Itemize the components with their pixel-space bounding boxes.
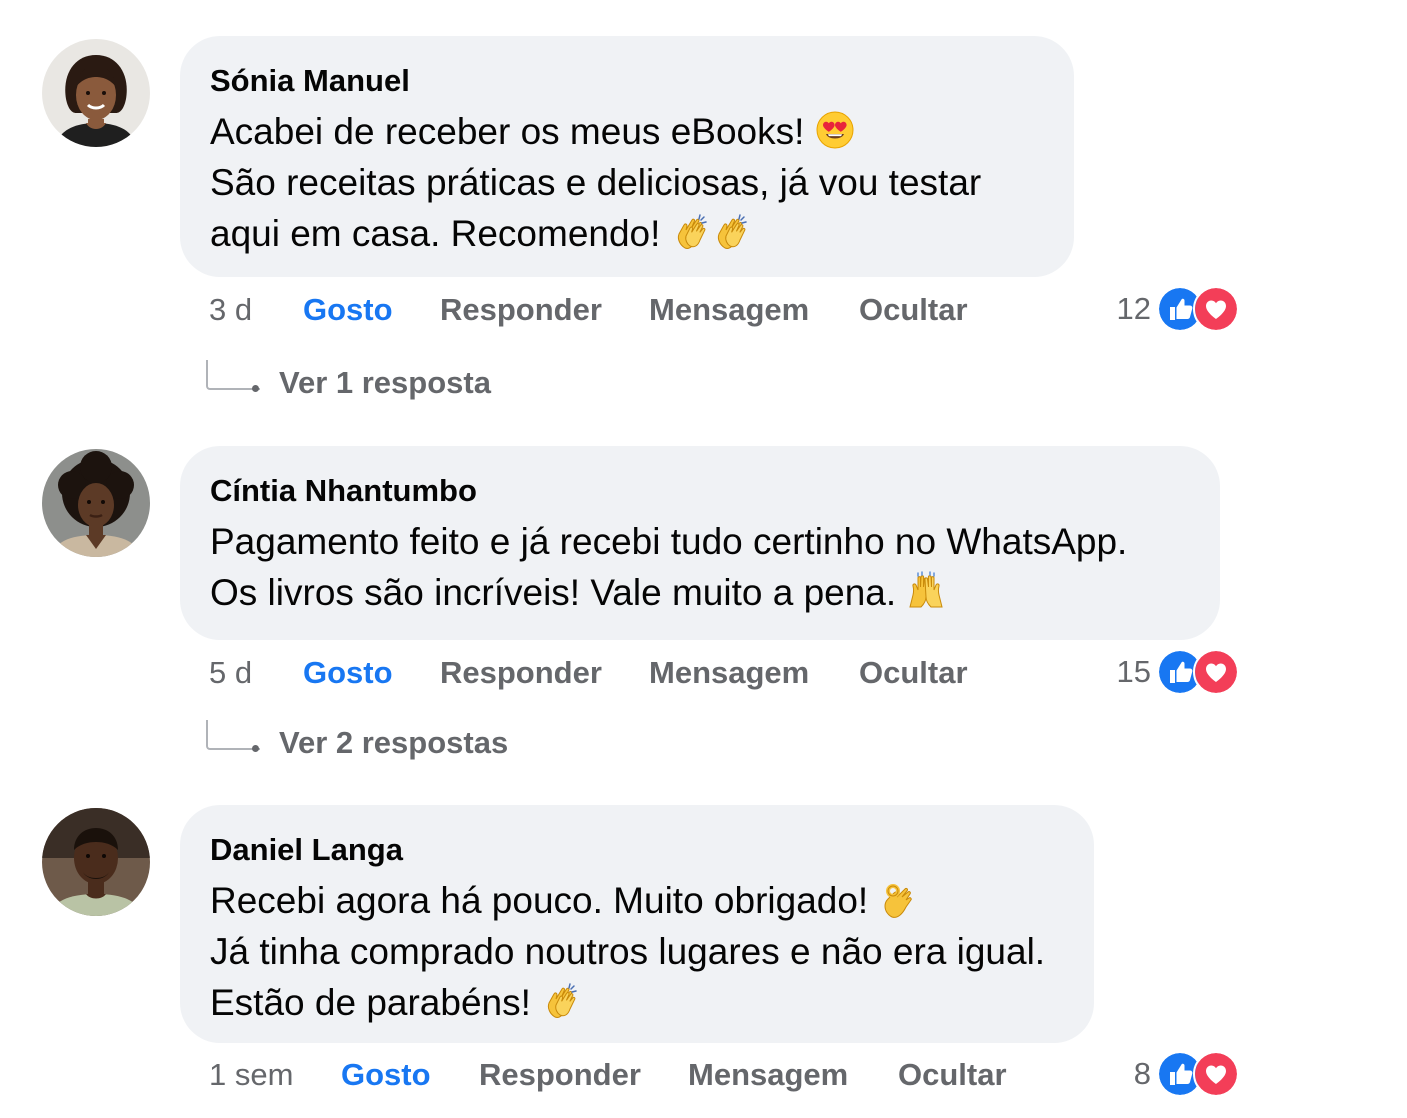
- comment-bubble: Cíntia Nhantumbo Pagamento feito e já re…: [180, 446, 1220, 640]
- avatar[interactable]: [42, 39, 150, 147]
- like-button[interactable]: Gosto: [341, 1055, 431, 1095]
- reaction-summary[interactable]: 12: [1116, 286, 1239, 332]
- comment-author[interactable]: Daniel Langa: [210, 831, 1064, 869]
- hide-button[interactable]: Ocultar: [898, 1055, 1007, 1095]
- comment-line: Pagamento feito e já recebi tudo certinh…: [210, 521, 1128, 562]
- love-reaction-icon: [1193, 649, 1239, 695]
- reaction-count: 8: [1133, 1056, 1151, 1091]
- ok-hand-emoji-icon: [879, 879, 919, 919]
- message-button[interactable]: Mensagem: [688, 1055, 848, 1095]
- comment-author[interactable]: Sónia Manuel: [210, 62, 1044, 100]
- reply-connector-dot: [252, 745, 259, 752]
- comment-text: Recebi agora há pouco. Muito obrigado! J…: [210, 875, 1064, 1028]
- avatar[interactable]: [42, 808, 150, 916]
- clap-emoji-icon: [671, 212, 711, 252]
- comment-line: Já tinha comprado noutros lugares e não …: [210, 931, 1046, 972]
- reaction-count: 12: [1116, 291, 1151, 326]
- comment-timestamp[interactable]: 5 d: [209, 653, 252, 693]
- comment-author[interactable]: Cíntia Nhantumbo: [210, 472, 1190, 510]
- comment-bubble: Sónia Manuel Acabei de receber os meus e…: [180, 36, 1074, 277]
- message-button[interactable]: Mensagem: [649, 653, 809, 693]
- love-reaction-icon: [1193, 286, 1239, 332]
- comment-line: Os livros são incríveis! Vale muito a pe…: [210, 572, 897, 613]
- comment-text: Acabei de receber os meus eBooks! São re…: [210, 106, 1044, 259]
- comment-timestamp[interactable]: 1 sem: [209, 1055, 293, 1095]
- comment-text: Pagamento feito e já recebi tudo certinh…: [210, 516, 1190, 618]
- hide-button[interactable]: Ocultar: [859, 653, 968, 693]
- hide-button[interactable]: Ocultar: [859, 290, 968, 330]
- avatar[interactable]: [42, 449, 150, 557]
- like-button[interactable]: Gosto: [303, 290, 393, 330]
- love-reaction-icon: [1193, 1051, 1239, 1097]
- heart-eyes-emoji-icon: [815, 110, 855, 150]
- raised-hands-emoji-icon: [906, 571, 946, 611]
- reply-button[interactable]: Responder: [479, 1055, 641, 1095]
- reply-button[interactable]: Responder: [440, 290, 602, 330]
- reaction-summary[interactable]: 8: [1133, 1051, 1239, 1097]
- reaction-summary[interactable]: 15: [1116, 649, 1239, 695]
- reply-connector-dot: [252, 385, 259, 392]
- comment-line: Estão de parabéns!: [210, 982, 531, 1023]
- comment-line: Recebi agora há pouco. Muito obrigado!: [210, 880, 869, 921]
- clap-emoji-icon: [541, 981, 581, 1021]
- comment-bubble: Daniel Langa Recebi agora há pouco. Muit…: [180, 805, 1094, 1043]
- view-replies-label: Ver 2 respostas: [279, 725, 509, 760]
- comment-line: São receitas práticas e deliciosas, já v…: [210, 162, 982, 203]
- reply-button[interactable]: Responder: [440, 653, 602, 693]
- comment-timestamp[interactable]: 3 d: [209, 290, 252, 330]
- clap-emoji-icon: [711, 212, 751, 252]
- reaction-count: 15: [1116, 654, 1151, 689]
- comment-line: Acabei de receber os meus eBooks!: [210, 111, 805, 152]
- like-button[interactable]: Gosto: [303, 653, 393, 693]
- message-button[interactable]: Mensagem: [649, 290, 809, 330]
- view-replies-label: Ver 1 resposta: [279, 365, 491, 400]
- comment-line: aqui em casa. Recomendo!: [210, 213, 661, 254]
